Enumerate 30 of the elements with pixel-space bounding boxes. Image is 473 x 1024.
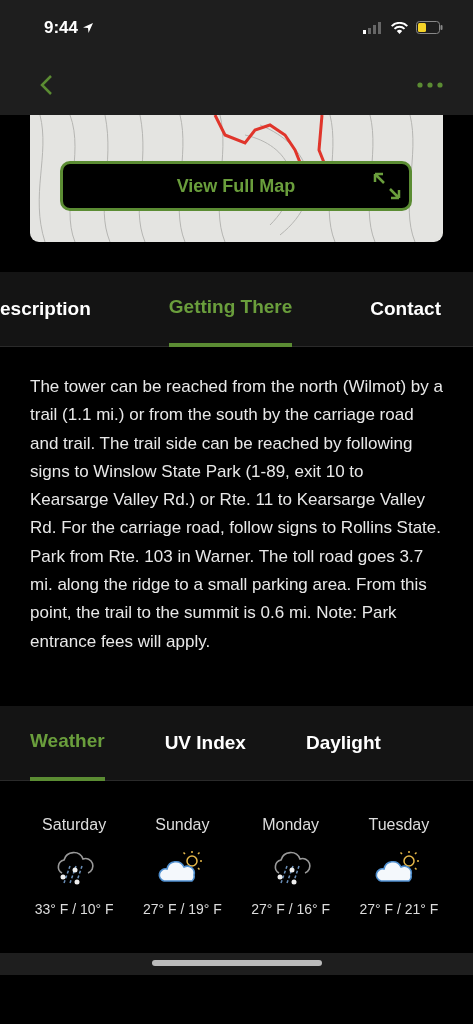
tab[interactable]: Contact bbox=[370, 272, 441, 347]
forecast-temps: 27° F / 16° F bbox=[251, 899, 331, 919]
forecast-day: Monday bbox=[262, 812, 320, 837]
map-view[interactable]: View Full Map bbox=[30, 115, 443, 242]
tab[interactable]: UV Index bbox=[164, 705, 246, 781]
signal-icon bbox=[363, 21, 383, 34]
tab[interactable]: Weather bbox=[30, 705, 105, 781]
expand-icon bbox=[373, 172, 401, 200]
partly-cloudy-icon bbox=[375, 850, 420, 882]
location-arrow-icon bbox=[82, 21, 95, 34]
forecast-day: Tuesday bbox=[368, 812, 430, 837]
tab[interactable]: Getting There bbox=[168, 272, 293, 347]
more-icon[interactable] bbox=[417, 82, 443, 88]
snow-cloud-icon bbox=[57, 851, 94, 885]
status-time: 9:44 bbox=[44, 16, 79, 39]
tab[interactable]: escription bbox=[0, 272, 91, 347]
forecast-temps: 33° F / 10° F bbox=[34, 899, 114, 919]
forecast-day: Saturday bbox=[42, 812, 107, 837]
wifi-icon bbox=[391, 21, 408, 34]
forecast-day: Sunday bbox=[155, 812, 210, 837]
tab[interactable]: Daylight bbox=[305, 705, 381, 781]
battery-icon bbox=[416, 21, 443, 34]
partly-cloudy-icon bbox=[158, 850, 204, 882]
view-full-map-button[interactable]: View Full Map bbox=[60, 161, 412, 211]
snow-cloud-icon bbox=[274, 851, 311, 885]
directions-text: The tower can be reached from the north (Wilmot) by a trail (1.1 mi.) or from the south by the carriage road and trail. The trail side can be reached by following signs to Winslow State Park (1-89, exit 10 to Kearsarge Valley Rd.) or Rte. 11 to Kearsarge Valley Rd. For the carriage road, follow signs to Rollins State. Park from Rte. 103 in Warner. The toll road goes 3.7 mi. along the ridge to a small parking area. From this point, the trail to the summit is 0.6 mi. Note: Park entrance fees will apply. bbox=[29, 376, 444, 653]
forecast-temps: 27° F / 19° F bbox=[142, 899, 222, 919]
back-icon[interactable] bbox=[40, 74, 53, 96]
forecast-temps: 27° F / 21° F bbox=[359, 899, 439, 919]
home-indicator[interactable] bbox=[151, 959, 322, 966]
